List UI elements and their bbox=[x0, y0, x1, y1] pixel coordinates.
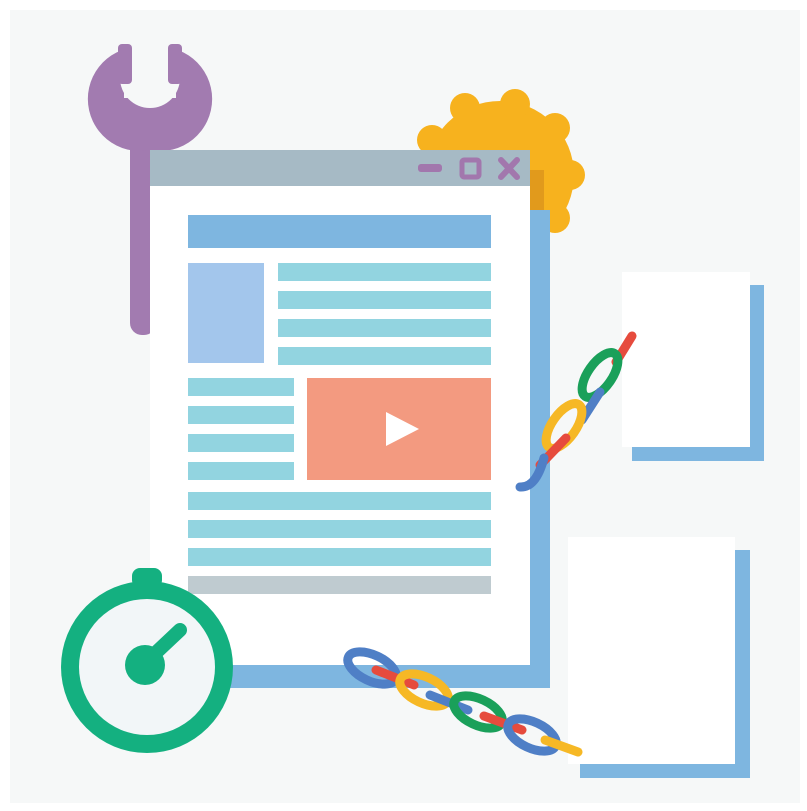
minimize-icon bbox=[418, 164, 442, 172]
text-line bbox=[188, 406, 294, 424]
text-line bbox=[278, 347, 491, 365]
text-line bbox=[278, 291, 491, 309]
text-line bbox=[188, 434, 294, 452]
document-icon bbox=[622, 272, 764, 461]
text-line bbox=[278, 319, 491, 337]
text-line bbox=[188, 378, 294, 396]
content-header-bar bbox=[188, 215, 491, 248]
text-line bbox=[188, 548, 491, 566]
browser-window bbox=[150, 150, 530, 665]
document-icon bbox=[568, 537, 750, 778]
title-bar bbox=[150, 150, 530, 186]
text-line bbox=[188, 462, 294, 480]
text-line bbox=[188, 520, 491, 538]
image-block bbox=[188, 263, 264, 363]
text-line bbox=[278, 263, 491, 281]
content-footer-bar bbox=[188, 576, 491, 594]
illustration bbox=[0, 0, 807, 811]
text-line bbox=[188, 492, 491, 510]
